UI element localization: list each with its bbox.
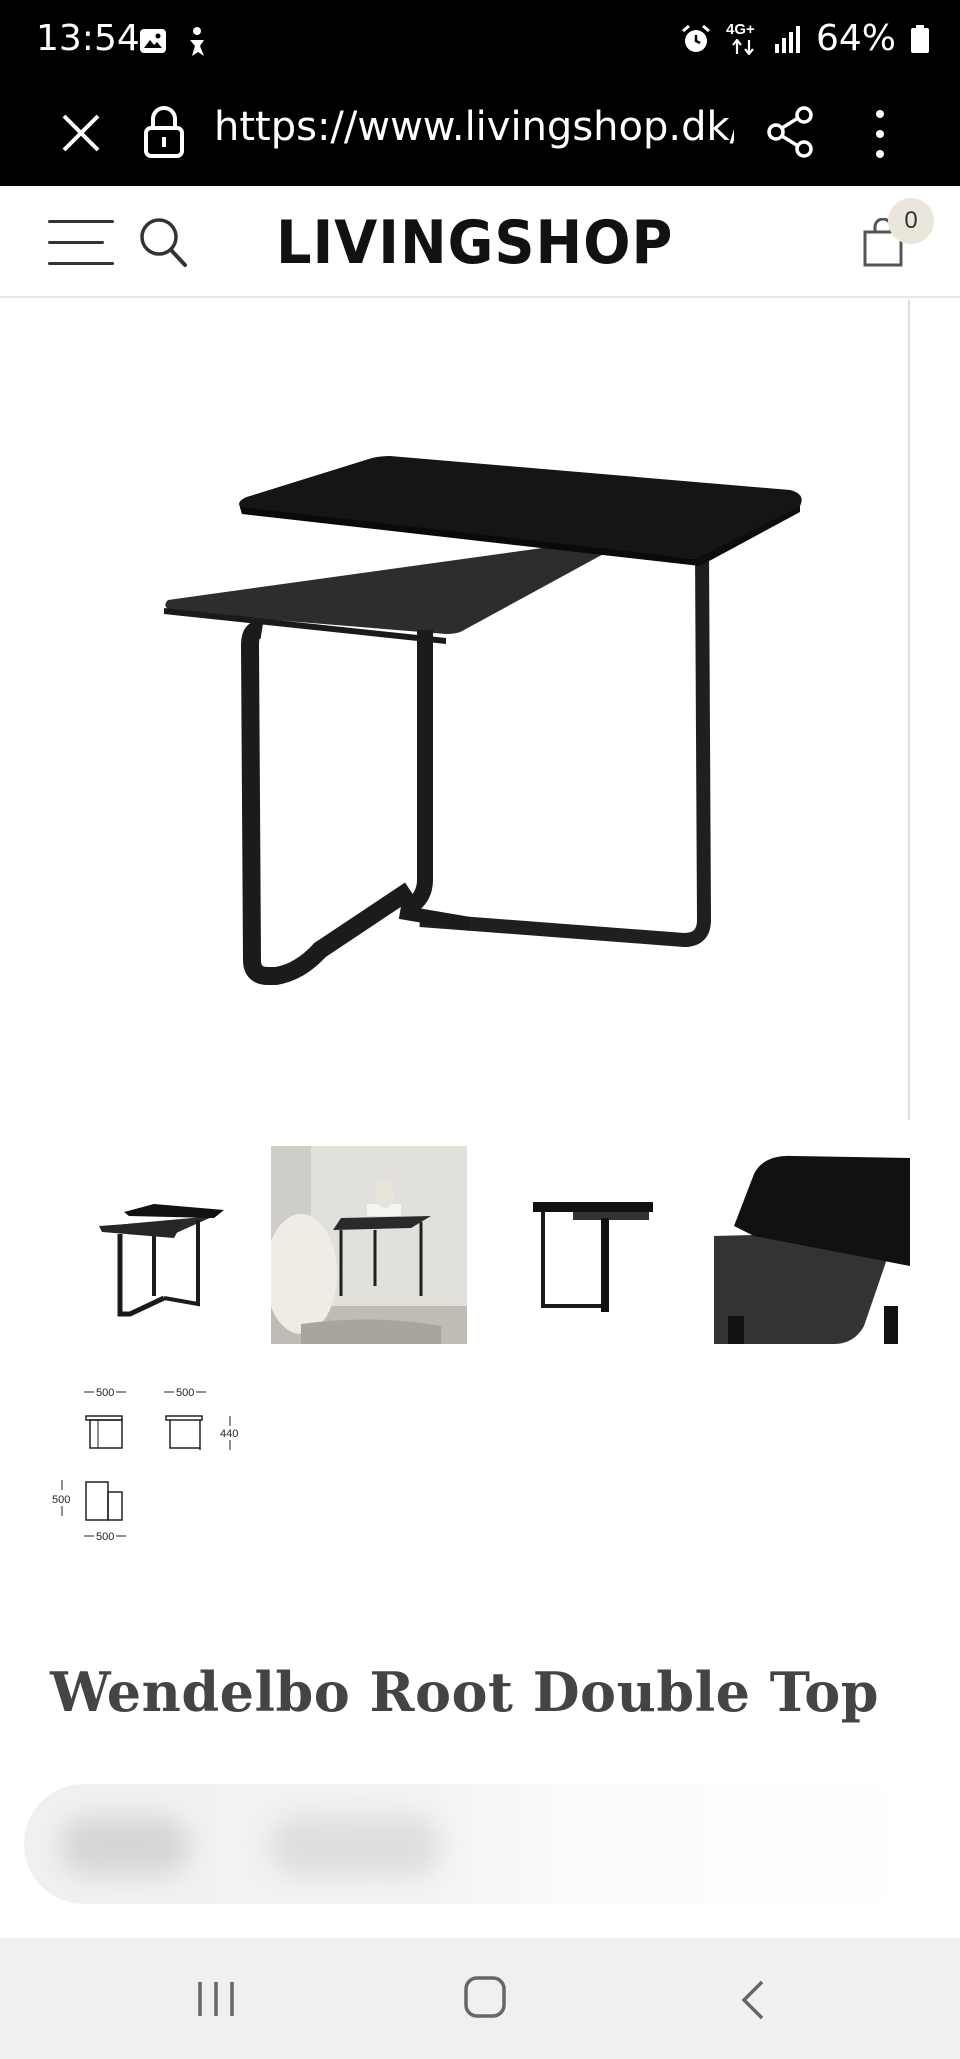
table-illustration bbox=[164, 456, 802, 985]
thumbnail-product-side[interactable] bbox=[493, 1146, 689, 1344]
share-icon[interactable] bbox=[766, 106, 814, 158]
more-vert-icon[interactable] bbox=[866, 106, 894, 162]
browser-toolbar: https://www.livingshop.dk/w bbox=[0, 84, 960, 186]
main-product-image[interactable] bbox=[0, 300, 910, 1120]
dim-height: 440 bbox=[220, 1428, 238, 1440]
dim-depth: 500 bbox=[52, 1494, 70, 1506]
site-logo[interactable]: LIVINGSHOP bbox=[276, 208, 673, 278]
status-bar: 13:54 4G+ 64% bbox=[0, 0, 960, 84]
4g-data-icon: 4G+ bbox=[726, 21, 760, 57]
thumbnail-lifestyle-interior[interactable] bbox=[271, 1146, 467, 1344]
thumbnail-strip bbox=[74, 1146, 910, 1344]
thumbnail-product-front[interactable] bbox=[74, 1146, 270, 1344]
dim-width-top-2: 500 bbox=[176, 1387, 194, 1399]
alarm-icon bbox=[682, 24, 710, 52]
image-divider bbox=[908, 300, 910, 1120]
recents-icon[interactable] bbox=[196, 1978, 236, 2020]
url-field[interactable]: https://www.livingshop.dk/w bbox=[214, 104, 734, 150]
lock-icon[interactable] bbox=[142, 104, 186, 160]
status-right: 4G+ 64% bbox=[680, 18, 930, 59]
blurred-price-block bbox=[60, 1816, 190, 1876]
back-icon[interactable] bbox=[738, 1978, 768, 2022]
search-icon[interactable] bbox=[138, 216, 188, 268]
network-label: 4G+ bbox=[725, 20, 755, 38]
signal-icon bbox=[774, 25, 800, 53]
battery-icon bbox=[911, 24, 929, 53]
hamburger-icon[interactable] bbox=[48, 220, 116, 266]
cart-count-badge: 0 bbox=[888, 198, 934, 244]
blurred-price-block-2 bbox=[270, 1816, 440, 1876]
gallery-icon bbox=[140, 29, 166, 53]
accessibility-icon bbox=[190, 27, 204, 56]
dimension-drawings: 500 500 440 500 500 bbox=[50, 1380, 270, 1550]
home-icon[interactable] bbox=[462, 1974, 508, 2020]
dim-width-bottom: 500 bbox=[96, 1531, 114, 1543]
status-left-icons bbox=[138, 26, 212, 58]
dim-width-top: 500 bbox=[96, 1387, 114, 1399]
close-icon[interactable] bbox=[56, 108, 106, 158]
thumbnail-product-detail[interactable] bbox=[714, 1146, 910, 1344]
site-header: LIVINGSHOP 0 bbox=[0, 186, 960, 298]
android-nav-bar bbox=[0, 1938, 960, 2059]
status-time: 13:54 bbox=[36, 18, 140, 59]
battery-percent: 64% bbox=[815, 18, 896, 59]
product-title: Wendelbo Root Double Top bbox=[50, 1660, 880, 1724]
